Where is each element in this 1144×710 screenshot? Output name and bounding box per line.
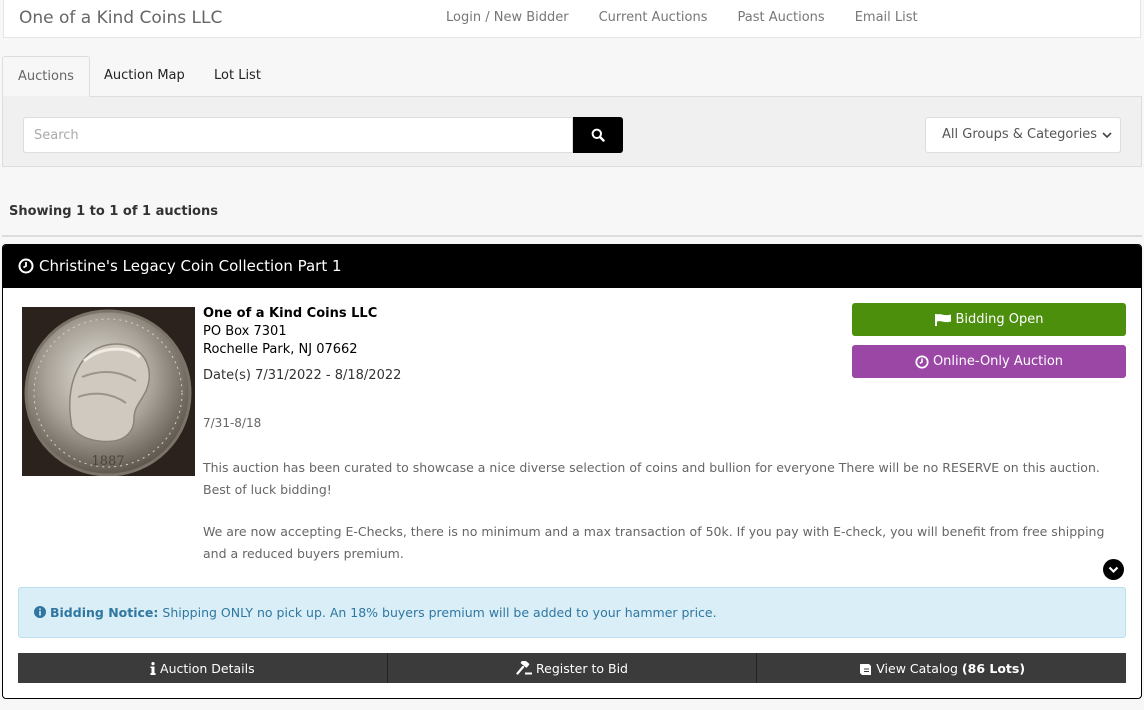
tab-lot-list[interactable]: Lot List [199,56,276,97]
category-select[interactable]: All Groups & Categories [925,117,1121,153]
coin-year: 1887 [91,454,124,469]
divider [2,235,1142,237]
top-navbar: One of a Kind Coins LLC Login / New Bidd… [3,0,1141,38]
results-count: Showing 1 to 1 of 1 auctions [9,204,218,219]
auction-details-label: Auction Details [160,660,255,676]
seller-address-line2: Rochelle Park, NJ 07662 [203,342,358,357]
online-only-button[interactable]: Online-Only Auction [852,345,1126,378]
action-bar: Auction Details Register to Bid View Cat… [18,653,1127,683]
brand-logo[interactable]: One of a Kind Coins LLC [19,8,222,28]
book-icon [860,663,872,675]
auction-card: Christine's Legacy Coin Collection Part … [2,244,1142,699]
search-icon [591,128,605,142]
info-icon [150,661,156,675]
auction-description: This auction has been curated to showcas… [203,457,1113,585]
tab-auctions[interactable]: Auctions [2,56,90,97]
tab-auction-map[interactable]: Auction Map [89,56,200,97]
search-panel: All Groups & Categories [2,97,1142,167]
chevron-down-icon [1108,566,1119,574]
flag-icon [934,313,951,326]
auction-title: Christine's Legacy Coin Collection Part … [39,257,342,275]
auction-dates: Date(s) 7/31/2022 - 8/18/2022 [203,368,402,383]
register-to-bid-button[interactable]: Register to Bid [387,653,758,683]
seller-info: One of a Kind Coins LLC PO Box 7301 Roch… [203,305,377,359]
nav-login[interactable]: Login / New Bidder [446,10,569,25]
bidding-open-button[interactable]: Bidding Open [852,303,1126,336]
tab-bar: Auctions Auction Map Lot List [2,56,1142,97]
expand-button[interactable] [1103,559,1124,580]
info-circle-icon [34,606,46,618]
online-only-label: Online-Only Auction [932,354,1064,369]
gavel-icon [516,661,533,675]
description-paragraph: This auction has been curated to showcas… [203,460,1100,497]
auction-card-header[interactable]: Christine's Legacy Coin Collection Part … [3,245,1141,288]
category-select-value: All Groups & Categories [942,127,1098,142]
seller-address-line1: PO Box 7301 [203,324,287,339]
nav-email-list[interactable]: Email List [855,10,918,25]
search-input[interactable] [23,117,573,153]
clock-icon [915,354,929,369]
chevron-down-icon [1102,132,1112,139]
bidding-notice-label: Bidding Notice: [50,605,159,620]
nav-current-auctions[interactable]: Current Auctions [599,10,708,25]
search-button[interactable] [573,117,623,153]
nav-past-auctions[interactable]: Past Auctions [738,10,825,25]
bidding-notice: Bidding Notice: Shipping ONLY no pick up… [18,587,1126,638]
seller-name: One of a Kind Coins LLC [203,306,378,321]
auction-details-button[interactable]: Auction Details [18,653,388,683]
catalog-lot-count: (86 Lots) [961,660,1026,676]
auction-date-range: 7/31-8/18 [203,416,262,430]
auction-coin-image[interactable]: 1887 [22,307,195,476]
bidding-notice-text: Shipping ONLY no pick up. An 18% buyers … [162,605,717,620]
main-nav: Login / New Bidder Current Auctions Past… [446,10,948,25]
view-catalog-button[interactable]: View Catalog (86 Lots) [757,653,1127,683]
coin-picture: 1887 [22,307,195,476]
register-to-bid-label: Register to Bid [536,660,628,676]
bidding-open-label: Bidding Open [955,312,1044,327]
view-catalog-label: View Catalog [876,660,958,676]
clock-icon [18,258,34,274]
description-paragraph: We are now accepting E-Checks, there is … [203,524,1105,561]
